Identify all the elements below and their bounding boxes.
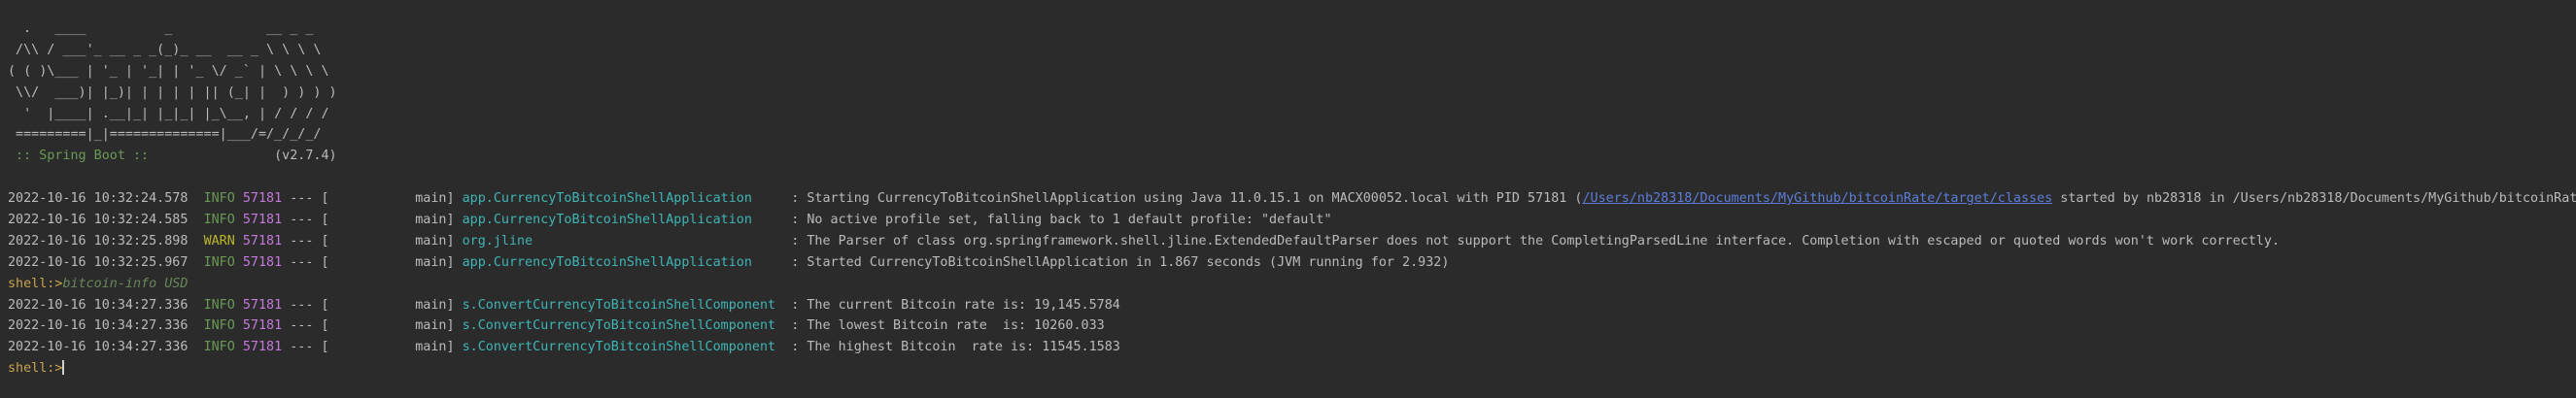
log-timestamp: 2022-10-16 10:32:25.967 <box>8 254 189 270</box>
log-separator: --- [ <box>290 340 329 355</box>
log-level: INFO <box>203 191 235 207</box>
spring-boot-version-line: :: Spring Boot :: (v2.7.4) <box>8 146 2569 167</box>
terminal-output[interactable]: . ____ _ __ _ _ /\\ / ___'_ __ _ _(_)_ _… <box>8 18 2576 380</box>
banner-line: /\\ / ___'_ __ _ _(_)_ __ __ _ \ \ \ \ <box>8 42 322 57</box>
banner-line: =========|_|==============|___/=/_/_/_/ <box>8 127 322 143</box>
log-separator: --- [ <box>290 191 329 207</box>
log-message: : The lowest Bitcoin rate is: 10260.033 <box>791 318 1105 334</box>
log-line: 2022-10-16 10:32:25.898 WARN 57181 --- [… <box>8 231 2569 252</box>
log-thread: main] <box>328 340 455 355</box>
log-logger: s.ConvertCurrencyToBitcoinShellComponent <box>462 318 776 334</box>
input-line[interactable]: shell:> <box>8 358 2569 380</box>
log-timestamp: 2022-10-16 10:34:27.336 <box>8 318 189 334</box>
log-pid: 57181 <box>242 340 283 355</box>
log-timestamp: 2022-10-16 10:32:24.578 <box>8 191 189 207</box>
command-line: shell:>bitcoin-info USD <box>8 274 2569 295</box>
banner-line: ( ( )\___ | '_ | '_| | '_ \/ _` | \ \ \ … <box>8 63 329 79</box>
log-logger: org.jline <box>462 233 533 249</box>
log-logger-padding <box>752 255 783 270</box>
log-separator: --- [ <box>290 318 329 334</box>
log-line: 2022-10-16 10:34:27.336 INFO 57181 --- [… <box>8 337 2569 358</box>
startup-log: 2022-10-16 10:32:24.578 INFO 57181 --- [… <box>8 188 2576 274</box>
log-logger-padding <box>775 318 783 333</box>
log-message-tail: started by nb28318 in /Users/nb28318/Doc… <box>2052 191 2576 207</box>
log-timestamp: 2022-10-16 10:34:27.336 <box>8 297 189 313</box>
shell-prompt: shell:> <box>8 361 63 377</box>
log-pid: 57181 <box>242 297 283 313</box>
log-thread: main] <box>328 233 455 249</box>
log-line: 2022-10-16 10:34:27.336 INFO 57181 --- [… <box>8 315 2569 337</box>
log-logger: app.CurrencyToBitcoinShellApplication <box>462 213 752 228</box>
log-logger: app.CurrencyToBitcoinShellApplication <box>462 191 752 207</box>
log-message: : No active profile set, falling back to… <box>791 213 1332 228</box>
log-message: : Started CurrencyToBitcoinShellApplicat… <box>791 254 1450 270</box>
log-message: : Starting CurrencyToBitcoinShellApplica… <box>791 191 1583 207</box>
log-logger: app.CurrencyToBitcoinShellApplication <box>462 254 752 270</box>
log-thread: main] <box>328 318 455 334</box>
log-pid: 57181 <box>242 318 283 334</box>
banner-line: . ____ _ __ _ _ <box>8 21 314 36</box>
shell-prompt: shell:> <box>8 276 63 291</box>
log-level: INFO <box>203 297 235 313</box>
spring-boot-label: :: Spring Boot :: <box>8 149 157 164</box>
text-cursor <box>62 360 65 376</box>
log-separator: --- [ <box>290 297 329 313</box>
log-line: 2022-10-16 10:32:24.578 INFO 57181 --- [… <box>8 188 2576 210</box>
log-timestamp: 2022-10-16 10:34:27.336 <box>8 340 189 355</box>
log-message: : The highest Bitcoin rate is: 11545.158… <box>791 340 1120 355</box>
log-level: INFO <box>203 318 235 334</box>
log-separator: --- [ <box>290 233 329 249</box>
log-line: 2022-10-16 10:32:25.967 INFO 57181 --- [… <box>8 252 2569 274</box>
typed-command: bitcoin-info USD <box>62 276 189 291</box>
log-thread: main] <box>328 191 455 207</box>
log-pid: 57181 <box>242 254 283 270</box>
log-pid: 57181 <box>242 233 283 249</box>
log-logger-padding <box>532 234 783 249</box>
log-separator: --- [ <box>290 254 329 270</box>
log-level: INFO <box>203 254 235 270</box>
log-timestamp: 2022-10-16 10:32:24.585 <box>8 213 189 228</box>
log-pid: 57181 <box>242 213 283 228</box>
log-logger-padding <box>775 298 783 313</box>
log-pid: 57181 <box>242 191 283 207</box>
log-logger-padding <box>775 340 783 354</box>
log-logger-padding <box>752 213 783 227</box>
log-thread: main] <box>328 254 455 270</box>
log-message: : The Parser of class org.springframewor… <box>791 233 2280 249</box>
spring-banner: . ____ _ __ _ _ /\\ / ___'_ __ _ _(_)_ _… <box>8 18 2569 167</box>
log-level: WARN <box>203 233 235 249</box>
classpath-link[interactable]: /Users/nb28318/Documents/MyGithub/bitcoi… <box>1582 191 2052 206</box>
log-message: : The current Bitcoin rate is: 19,145.57… <box>791 297 1120 313</box>
banner-line: \\/ ___)| |_)| | | | | || (_| | ) ) ) ) <box>8 84 337 100</box>
banner-line: ' |____| .__|_| |_|_| |_\__, | / / / / <box>8 106 329 121</box>
log-logger: s.ConvertCurrencyToBitcoinShellComponent <box>462 297 776 313</box>
result-log: 2022-10-16 10:34:27.336 INFO 57181 --- [… <box>8 295 2569 359</box>
log-separator: --- [ <box>290 213 329 228</box>
log-logger: s.ConvertCurrencyToBitcoinShellComponent <box>462 340 776 355</box>
log-line: 2022-10-16 10:32:24.585 INFO 57181 --- [… <box>8 210 2569 231</box>
log-thread: main] <box>328 213 455 228</box>
spring-boot-version: (v2.7.4) <box>156 149 337 164</box>
log-timestamp: 2022-10-16 10:32:25.898 <box>8 233 189 249</box>
log-logger-padding <box>752 191 783 206</box>
log-thread: main] <box>328 297 455 313</box>
log-level: INFO <box>203 340 235 355</box>
log-line: 2022-10-16 10:34:27.336 INFO 57181 --- [… <box>8 295 2569 316</box>
log-level: INFO <box>203 213 235 228</box>
